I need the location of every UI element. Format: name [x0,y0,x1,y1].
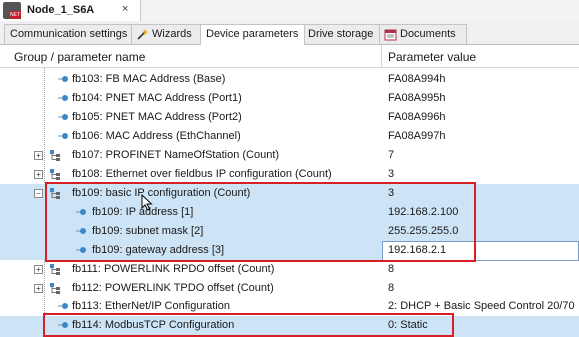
tree-row[interactable]: + fb107: PROFINET NameOfStation (Count) … [0,146,579,165]
tab-device-parameters[interactable]: Device parameters [200,24,305,45]
node-device-icon: NET [3,2,21,19]
column-separator[interactable] [381,45,382,67]
tab-wizards[interactable]: Wizards [131,24,201,44]
expand-icon[interactable]: + [34,170,43,179]
tree-row[interactable]: + fb112: POWERLINK TPDO offset (Count) 8 [0,279,579,298]
tree-row[interactable]: fb106: MAC Address (EthChannel) FA08A997… [0,127,579,146]
expand-icon[interactable]: + [34,284,43,293]
document-tab-strip: NET Node_1_S6A × [0,0,579,23]
column-header-name[interactable]: Group / parameter name [14,50,145,64]
parameter-icon [58,301,68,311]
parameter-icon [58,93,68,103]
parameter-icon [58,112,68,122]
close-icon[interactable]: × [122,3,128,15]
group-icon [50,264,60,275]
highlight-box-modbus [43,313,454,337]
parameter-icon [58,131,68,141]
group-icon [50,169,60,180]
collapse-icon[interactable]: − [34,189,43,198]
parameter-icon [58,74,68,84]
group-icon [50,283,60,294]
document-tab-node[interactable]: NET Node_1_S6A × [0,0,141,21]
tree-grid-header: Group / parameter name Parameter value [0,45,579,68]
tree-row[interactable]: fb103: FB MAC Address (Base) FA08A994h [0,70,579,89]
expand-icon[interactable]: + [34,265,43,274]
document-tab-title: Node_1_S6A [27,4,95,16]
column-header-value[interactable]: Parameter value [388,50,476,64]
highlight-box-ip-configuration [45,182,476,262]
expand-icon[interactable]: + [34,151,43,160]
tab-documents[interactable]: Documents [379,24,467,44]
tab-drive-storage[interactable]: Drive storage [304,24,380,44]
tree-row[interactable]: + fb111: POWERLINK RPDO offset (Count) 8 [0,260,579,279]
mouse-pointer-icon [141,193,153,214]
wand-icon [136,28,149,41]
group-icon [50,150,60,161]
tree-row[interactable]: fb105: PNET MAC Address (Port2) FA08A996… [0,108,579,127]
tab-communication-settings[interactable]: Communication settings [4,24,132,44]
tree-row[interactable]: fb104: PNET MAC Address (Port1) FA08A995… [0,89,579,108]
subtab-bar: Communication settings Wizards Device pa… [0,22,579,45]
document-icon [384,28,397,41]
